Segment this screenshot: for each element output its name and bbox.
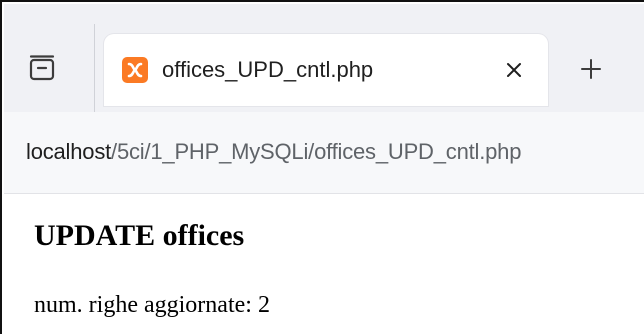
- page-title: UPDATE offices: [34, 219, 245, 252]
- result-line: num. righe aggiornate: 2: [34, 290, 270, 320]
- tab-divider: [94, 24, 95, 114]
- tab-strip: offices_UPD_cntl.php: [4, 4, 644, 114]
- close-icon[interactable]: [500, 56, 528, 84]
- url-text[interactable]: localhost/5ci/1_PHP_MySQLi/offices_UPD_c…: [26, 134, 521, 170]
- address-bar[interactable]: localhost/5ci/1_PHP_MySQLi/offices_UPD_c…: [4, 112, 644, 194]
- page-content: UPDATE offices num. righe aggiornate: 2: [4, 194, 644, 336]
- tab-overview-icon[interactable]: [24, 50, 60, 86]
- plus-icon[interactable]: [574, 52, 608, 86]
- xampp-icon: [122, 57, 148, 83]
- url-host: localhost: [26, 139, 112, 164]
- browser-tab[interactable]: offices_UPD_cntl.php: [104, 34, 548, 106]
- tab-title: offices_UPD_cntl.php: [162, 57, 374, 82]
- result-value: 2: [257, 292, 270, 318]
- result-label: num. righe aggiornate:: [34, 292, 252, 318]
- browser-window: offices_UPD_cntl.php localhost/5ci/1_PHP…: [0, 0, 644, 336]
- url-path: /5ci/1_PHP_MySQLi/offices_UPD_cntl.php: [111, 139, 522, 164]
